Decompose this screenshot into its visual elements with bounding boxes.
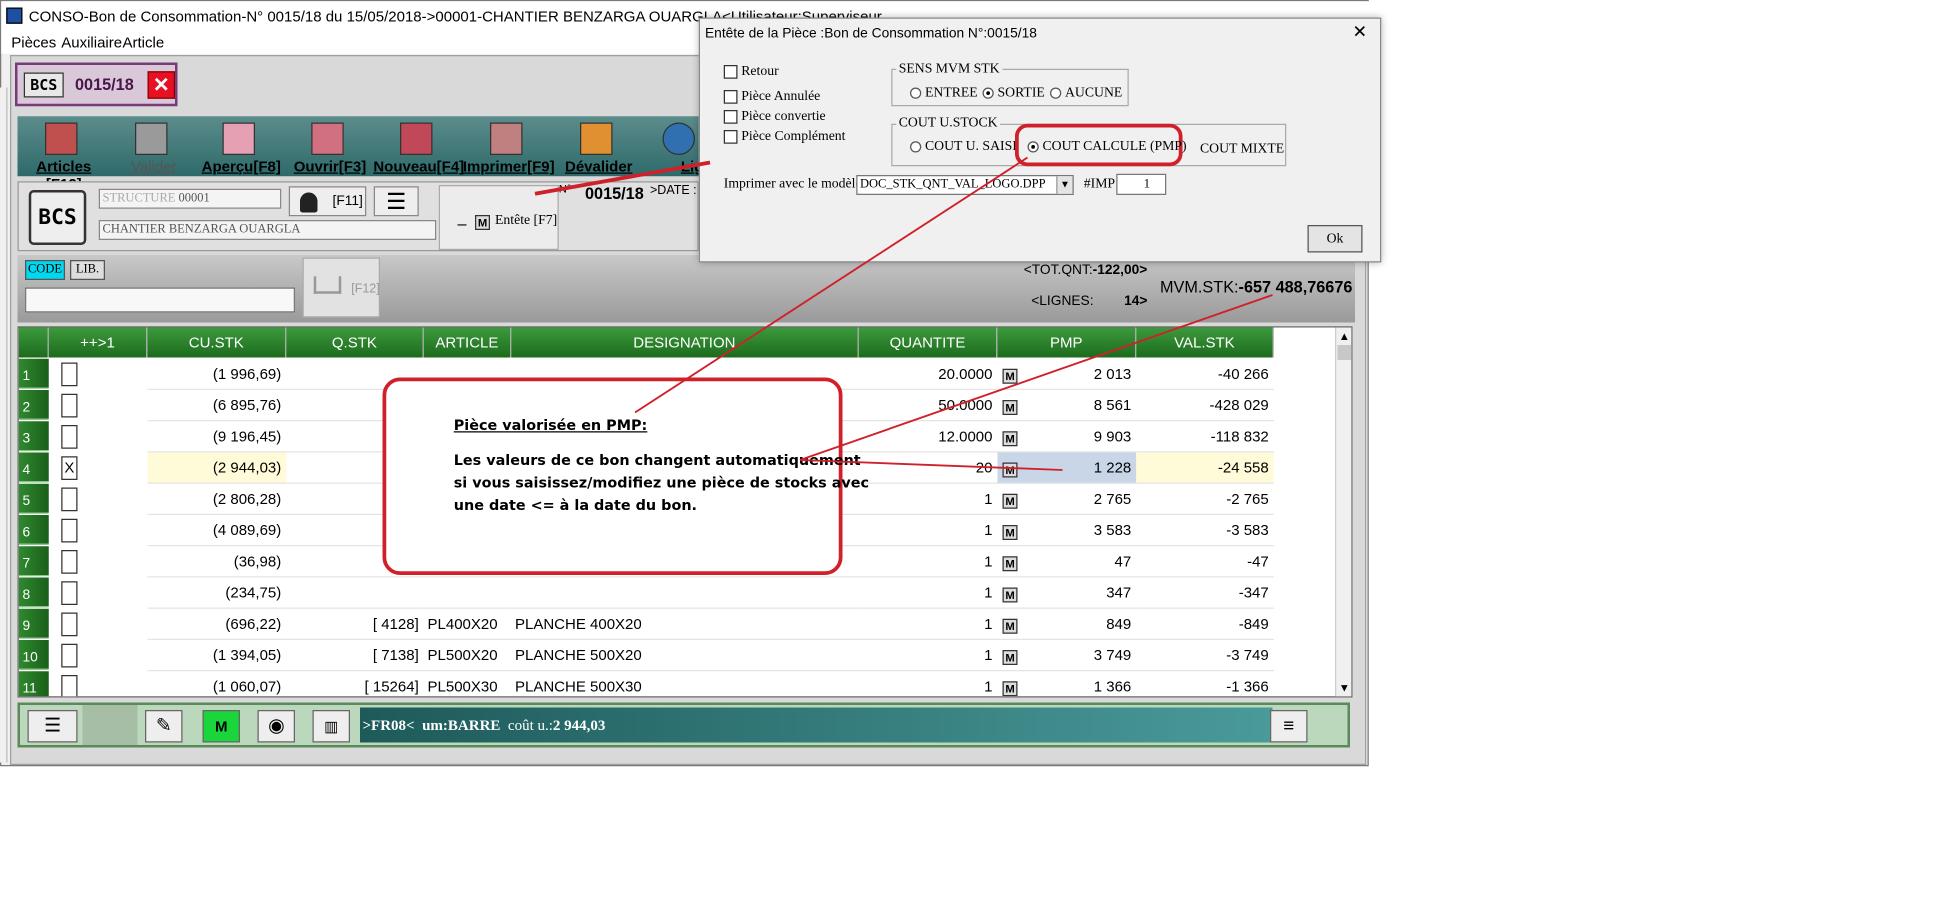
arrow-line-mvm [799,294,1273,461]
annotation-arrows [534,156,1273,471]
arrow-line-pmp [799,459,1063,471]
arrow-line-entete [534,160,711,196]
arrow-line-dialog [634,156,1029,414]
